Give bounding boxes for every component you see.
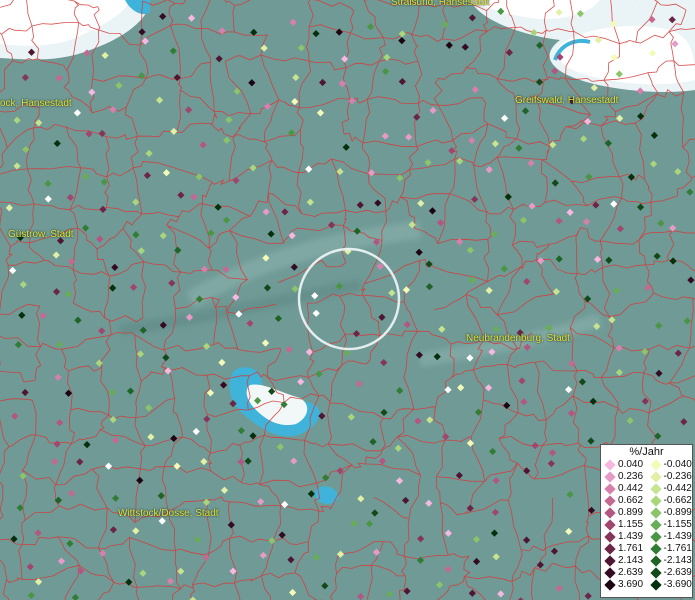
legend-value: 3.690: [618, 579, 644, 590]
legend-swatch: [649, 555, 662, 567]
legend-value: -2.143: [663, 555, 692, 566]
legend-swatch: [604, 579, 616, 591]
legend-row: 2.143 -2.143: [601, 555, 692, 567]
legend-value: 2.639: [618, 567, 644, 578]
legend-row: 1.439 -1.439: [601, 531, 692, 543]
legend-entry: 2.143: [601, 555, 647, 567]
legend-swatch: [604, 507, 616, 519]
legend-swatch: [649, 507, 662, 519]
legend-row: 1.155 -1.155: [601, 519, 692, 531]
legend-value: 0.236: [618, 471, 644, 482]
legend-value: 0.899: [618, 507, 644, 518]
legend-rows: 0.040 -0.040 0.236 -0.236 0.442 -0.442 0.662 -0…: [601, 459, 692, 591]
legend-entry: 0.899: [601, 507, 647, 519]
city-label-neubrandenburg: Neubrandenburg, Stadt: [466, 333, 570, 344]
legend-entry: -2.639: [647, 567, 693, 579]
legend-row: 0.662 -0.662: [601, 495, 692, 507]
legend-swatch: [649, 543, 662, 555]
legend-entry: 0.662: [601, 495, 647, 507]
legend-swatch: [604, 555, 616, 567]
legend-entry: 1.761: [601, 543, 647, 555]
city-label-stralsund: Stralsund, Hansestadt: [391, 0, 490, 8]
legend-swatch: [649, 579, 662, 591]
legend-value: 2.143: [618, 555, 644, 566]
legend-value: -1.761: [663, 543, 692, 554]
legend-entry: 0.236: [601, 471, 647, 483]
legend-entry: -2.143: [647, 555, 693, 567]
legend-panel: %/Jahr 0.040 -0.040 0.236 -0.236 0.442 -0.442…: [600, 444, 693, 598]
legend-entry: -0.040: [647, 459, 693, 471]
legend-value: -1.439: [663, 531, 692, 542]
legend-entry: 2.639: [601, 567, 647, 579]
legend-swatch: [649, 519, 662, 531]
legend-value: 0.662: [618, 495, 644, 506]
legend-swatch: [604, 483, 616, 495]
legend-entry: -0.899: [647, 507, 693, 519]
legend-value: -2.639: [663, 567, 692, 578]
legend-entry: -0.662: [647, 495, 693, 507]
legend-entry: -0.442: [647, 483, 693, 495]
legend-row: 2.639 -2.639: [601, 567, 692, 579]
legend-value: -3.690: [663, 579, 692, 590]
legend-swatch: [649, 471, 662, 483]
legend-value: -1.155: [663, 519, 692, 530]
legend-swatch: [604, 519, 616, 531]
legend-entry: 0.040: [601, 459, 647, 471]
legend-value: 0.040: [618, 459, 644, 470]
legend-swatch: [604, 495, 616, 507]
legend-swatch: [604, 567, 616, 579]
legend-row: 0.236 -0.236: [601, 471, 692, 483]
legend-value: -0.442: [663, 483, 692, 494]
legend-row: 0.899 -0.899: [601, 507, 692, 519]
legend-value: 0.442: [618, 483, 644, 494]
legend-swatch: [649, 531, 662, 543]
legend-entry: 3.690: [601, 579, 647, 591]
legend-value: -0.040: [663, 459, 692, 470]
legend-entry: 1.155: [601, 519, 647, 531]
legend-row: 0.040 -0.040: [601, 459, 692, 471]
legend-entry: -0.236: [647, 471, 693, 483]
legend-swatch: [604, 531, 616, 543]
legend-value: -0.899: [663, 507, 692, 518]
city-label-wittstock: Wittstock/Dosse, Stadt: [118, 508, 219, 519]
legend-swatch: [649, 483, 662, 495]
city-label-greifswald: Greifswald, Hansestadt: [515, 95, 619, 106]
legend-entry: -1.439: [647, 531, 693, 543]
legend-value: 1.439: [618, 531, 644, 542]
legend-value: 1.761: [618, 543, 644, 554]
legend-entry: 0.442: [601, 483, 647, 495]
legend-swatch: [604, 459, 616, 471]
legend-value: 1.155: [618, 519, 644, 530]
legend-row: 1.761 -1.761: [601, 543, 692, 555]
city-label-guestrow: Güstrow, Stadt: [8, 229, 74, 240]
legend-swatch: [604, 543, 616, 555]
map-canvas[interactable]: [0, 0, 695, 600]
legend-swatch: [649, 567, 662, 579]
legend-entry: -1.155: [647, 519, 693, 531]
legend-entry: 1.439: [601, 531, 647, 543]
legend-swatch: [649, 495, 662, 507]
legend-value: -0.236: [663, 471, 692, 482]
legend-row: 0.442 -0.442: [601, 483, 692, 495]
legend-row: 3.690 -3.690: [601, 579, 692, 591]
legend-swatch: [649, 459, 662, 471]
legend-entry: -1.761: [647, 543, 693, 555]
legend-swatch: [604, 471, 616, 483]
city-label-rostock: ock, Hansestadt: [0, 98, 72, 109]
legend-entry: -3.690: [647, 579, 693, 591]
legend-value: -0.662: [663, 495, 692, 506]
legend-title: %/Jahr: [629, 446, 664, 458]
